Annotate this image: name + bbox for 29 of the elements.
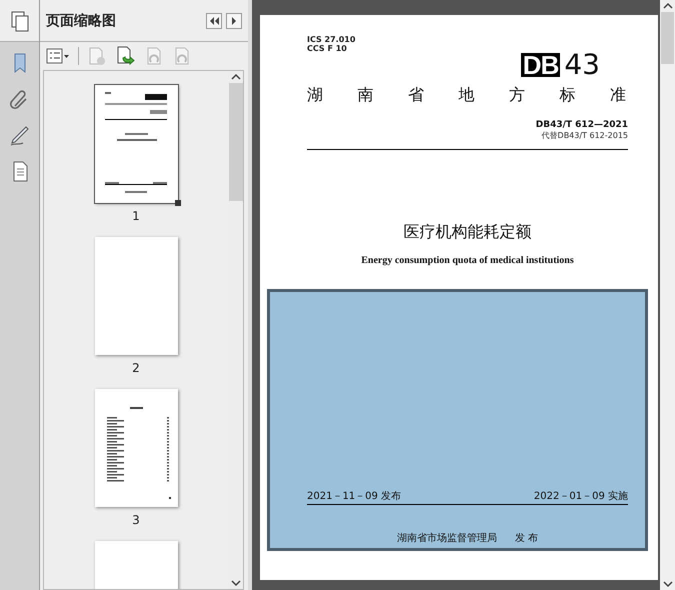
ics-code: ICS 27.010 bbox=[307, 35, 356, 44]
replaced-standard: 代替DB43/T 612-2015 bbox=[542, 130, 628, 141]
english-title: Energy consumption quota of medical institutions bbox=[361, 255, 574, 266]
pages-icon[interactable] bbox=[8, 10, 30, 32]
options-menu-icon[interactable] bbox=[46, 46, 70, 66]
page-number: 1 bbox=[132, 209, 140, 223]
collapse-button[interactable] bbox=[206, 12, 222, 28]
insert-page-icon[interactable] bbox=[115, 45, 137, 67]
page-thumbnail[interactable] bbox=[94, 389, 178, 507]
expand-button[interactable] bbox=[226, 12, 242, 28]
standard-category: 湖南省地方标准 bbox=[307, 85, 628, 106]
double-arrow-icon bbox=[208, 14, 220, 26]
page-number: 2 bbox=[132, 361, 140, 375]
scrollbar-thumb[interactable] bbox=[661, 12, 674, 64]
page-number: 3 bbox=[132, 513, 140, 527]
panel-title: 页面缩略图 bbox=[46, 12, 117, 30]
document-title: 医疗机构能耗定额 bbox=[404, 222, 532, 243]
issuing-authority: 湖南省市场监督管理局 bbox=[396, 532, 497, 545]
ccs-code: CCS F 10 bbox=[307, 44, 348, 53]
pen-icon[interactable] bbox=[8, 124, 30, 146]
logo-mark: DB bbox=[520, 53, 560, 77]
logo-number: 43 bbox=[564, 51, 600, 79]
standard-number: DB43/T 612—2021 bbox=[536, 120, 628, 130]
issue-label: 发 布 bbox=[514, 532, 538, 545]
page-thumbnail[interactable] bbox=[94, 237, 178, 355]
view-handle[interactable] bbox=[174, 200, 180, 206]
issue-date: 2021－11－09 发布 bbox=[307, 490, 402, 503]
effective-date: 2022－01－09 实施 bbox=[534, 490, 628, 503]
scrollbar-thumb[interactable] bbox=[228, 83, 242, 201]
